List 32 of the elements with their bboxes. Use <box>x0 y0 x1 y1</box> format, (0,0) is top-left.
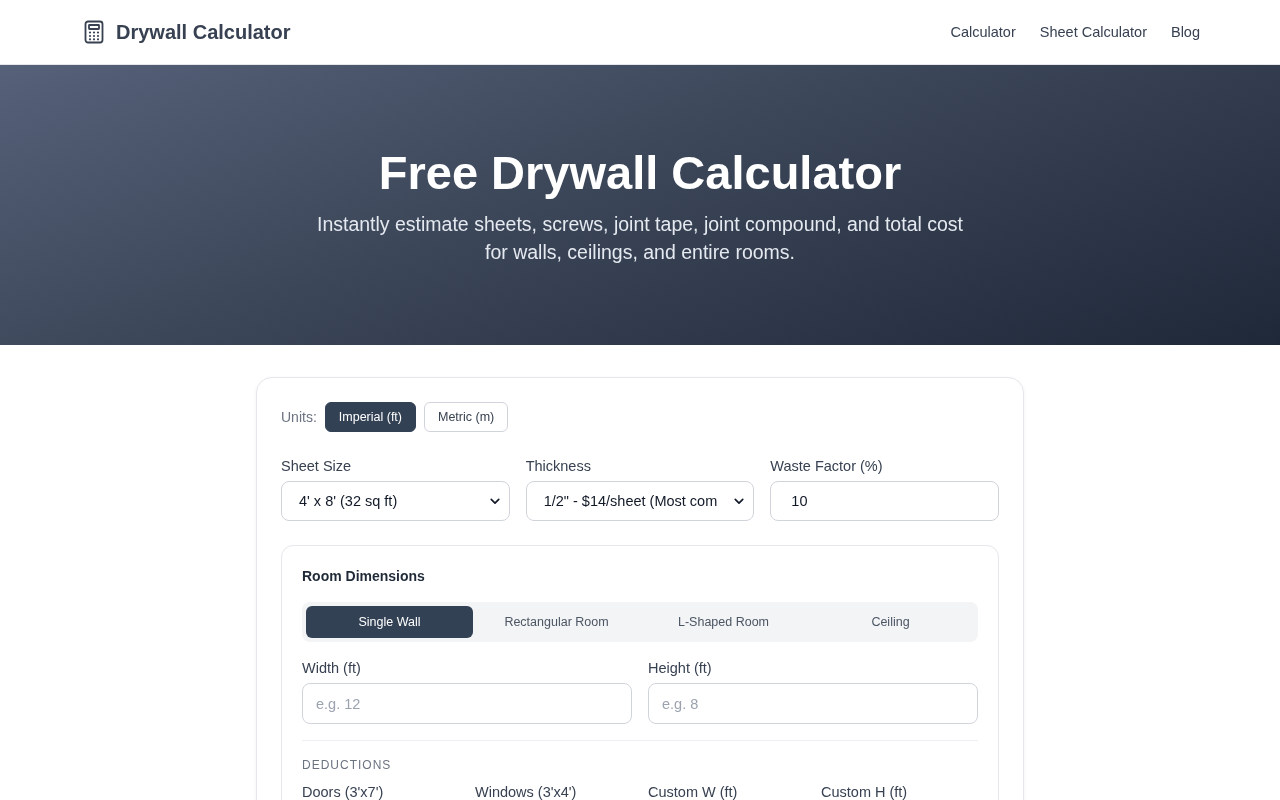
field-label: Waste Factor (%) <box>770 457 884 476</box>
select-field[interactable]: 1/2" - $14/sheet (Most com <box>525 481 755 521</box>
nav-link[interactable]: Sheet Calculator <box>1039 24 1147 40</box>
room-tab[interactable]: L-Shaped Room <box>640 606 807 638</box>
input-field[interactable]: e.g. 12 <box>302 683 632 724</box>
nav-link[interactable]: Blog <box>1170 24 1200 40</box>
field-label: Windows (3'x4') <box>475 785 578 800</box>
chevron-down-icon <box>489 497 500 505</box>
site-title[interactable]: Drywall Calculator <box>116 20 291 44</box>
calculator-icon <box>84 20 104 44</box>
chevron-down-icon <box>734 497 745 505</box>
field-label: Thickness <box>525 457 592 476</box>
input-field[interactable]: e.g. 8 <box>648 683 978 724</box>
room-tab[interactable]: Rectangular Room <box>473 606 640 638</box>
units-label: Units: <box>281 409 317 425</box>
field-label: Custom H (ft) <box>821 785 909 800</box>
field-label: Width (ft) <box>302 659 362 678</box>
field-label: Sheet Size <box>281 457 353 476</box>
section-heading: DEDUCTIONS <box>302 757 393 773</box>
field-label: Height (ft) <box>648 659 713 678</box>
field-label: Doors (3'x7') <box>302 785 385 800</box>
field-label: Custom W (ft) <box>648 785 739 800</box>
unit-toggle[interactable]: Imperial (ft) <box>324 402 416 432</box>
hero-title: Free Drywall Calculator <box>378 145 902 201</box>
room-tab[interactable]: Ceiling <box>807 606 974 638</box>
select-field[interactable]: 4' x 8' (32 sq ft) <box>281 481 510 521</box>
nav-link[interactable]: Calculator <box>950 24 1016 40</box>
input-field[interactable]: 10 <box>770 481 999 521</box>
hero-subtitle: Instantly estimate sheets, screws, joint tape, joint compound, and total cost for walls, ceilings, and entire rooms. <box>316 212 964 265</box>
room-tab[interactable]: Single Wall <box>306 606 473 638</box>
unit-toggle[interactable]: Metric (m) <box>424 402 509 432</box>
section-title: Room Dimensions <box>302 567 426 586</box>
